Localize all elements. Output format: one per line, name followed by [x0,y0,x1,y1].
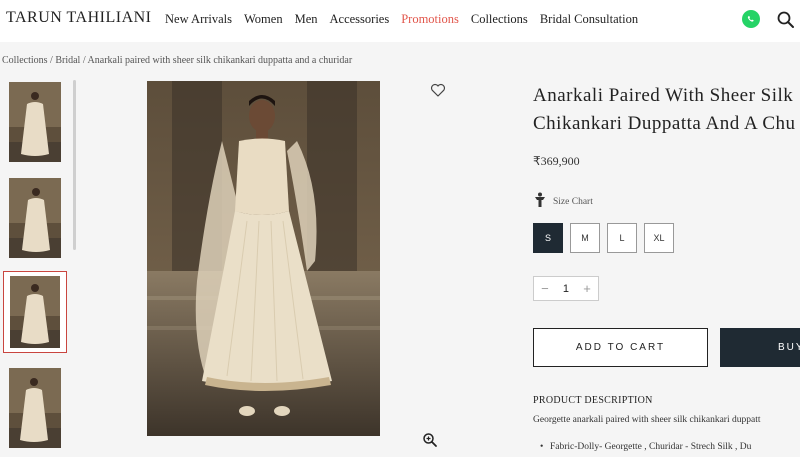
brand-logo[interactable]: TARUN TAHILIANI [6,9,152,27]
model-image [9,82,61,162]
product-description-bullet: Fabric-Dolly- Georgette , Churidar - Str… [540,442,751,452]
product-page: Collections / Bridal / Anarkali paired w… [0,42,800,457]
nav-men[interactable]: Men [295,12,318,27]
size-option-xl[interactable]: XL [644,223,674,253]
nav-new-arrivals[interactable]: New Arrivals [165,12,232,27]
product-description-text: Georgette anarkali paired with sheer sil… [533,415,761,425]
model-image [9,368,61,448]
nav-promotions[interactable]: Promotions [401,12,459,27]
product-price: ₹369,900 [533,154,580,168]
wishlist-heart-icon[interactable] [430,82,446,98]
search-icon[interactable] [776,10,796,30]
nav-accessories[interactable]: Accessories [330,12,390,27]
breadcrumb[interactable]: Collections / Bridal / Anarkali paired w… [2,55,352,66]
nav-women[interactable]: Women [244,12,283,27]
thumbnail-scrollbar[interactable] [73,80,76,250]
site-header: TARUN TAHILIANI New Arrivals Women Men A… [0,0,800,42]
model-image [9,178,61,258]
thumbnail-4[interactable] [9,368,61,448]
add-to-cart-button[interactable]: ADD TO CART [533,328,708,367]
nav-collections[interactable]: Collections [471,12,528,27]
thumbnail-2[interactable] [9,178,61,258]
thumbnail-1[interactable] [9,82,61,162]
mannequin-icon [533,192,547,211]
main-product-image[interactable] [147,81,380,436]
product-title: Anarkali Paired With Sheer Silk Chikanka… [533,82,800,138]
model-image [147,81,380,436]
size-selector: S M L XL [533,223,674,253]
quantity-decrease-button[interactable]: − [541,281,549,296]
thumbnail-3-selected[interactable] [3,271,67,353]
size-chart-link[interactable]: Size Chart [533,192,593,211]
whatsapp-icon[interactable] [742,10,760,28]
product-description-heading: PRODUCT DESCRIPTION [533,395,653,406]
thumbnail-gallery [0,78,72,457]
nav-bridal-consultation[interactable]: Bridal Consultation [540,12,638,27]
zoom-in-icon[interactable] [422,432,438,448]
main-nav: New Arrivals Women Men Accessories Promo… [165,12,638,27]
quantity-increase-button[interactable]: + [583,281,591,296]
product-title-line-1: Anarkali Paired With Sheer Silk [533,85,794,106]
size-chart-label: Size Chart [553,196,593,207]
size-option-m[interactable]: M [570,223,600,253]
buy-now-button[interactable]: BUY [720,328,800,367]
size-option-l[interactable]: L [607,223,637,253]
quantity-stepper: − 1 + [533,276,599,301]
model-image [10,276,60,348]
product-title-line-2: Chikankari Duppatta And A Chu [533,113,796,134]
quantity-value[interactable]: 1 [563,283,569,295]
size-option-s[interactable]: S [533,223,563,253]
